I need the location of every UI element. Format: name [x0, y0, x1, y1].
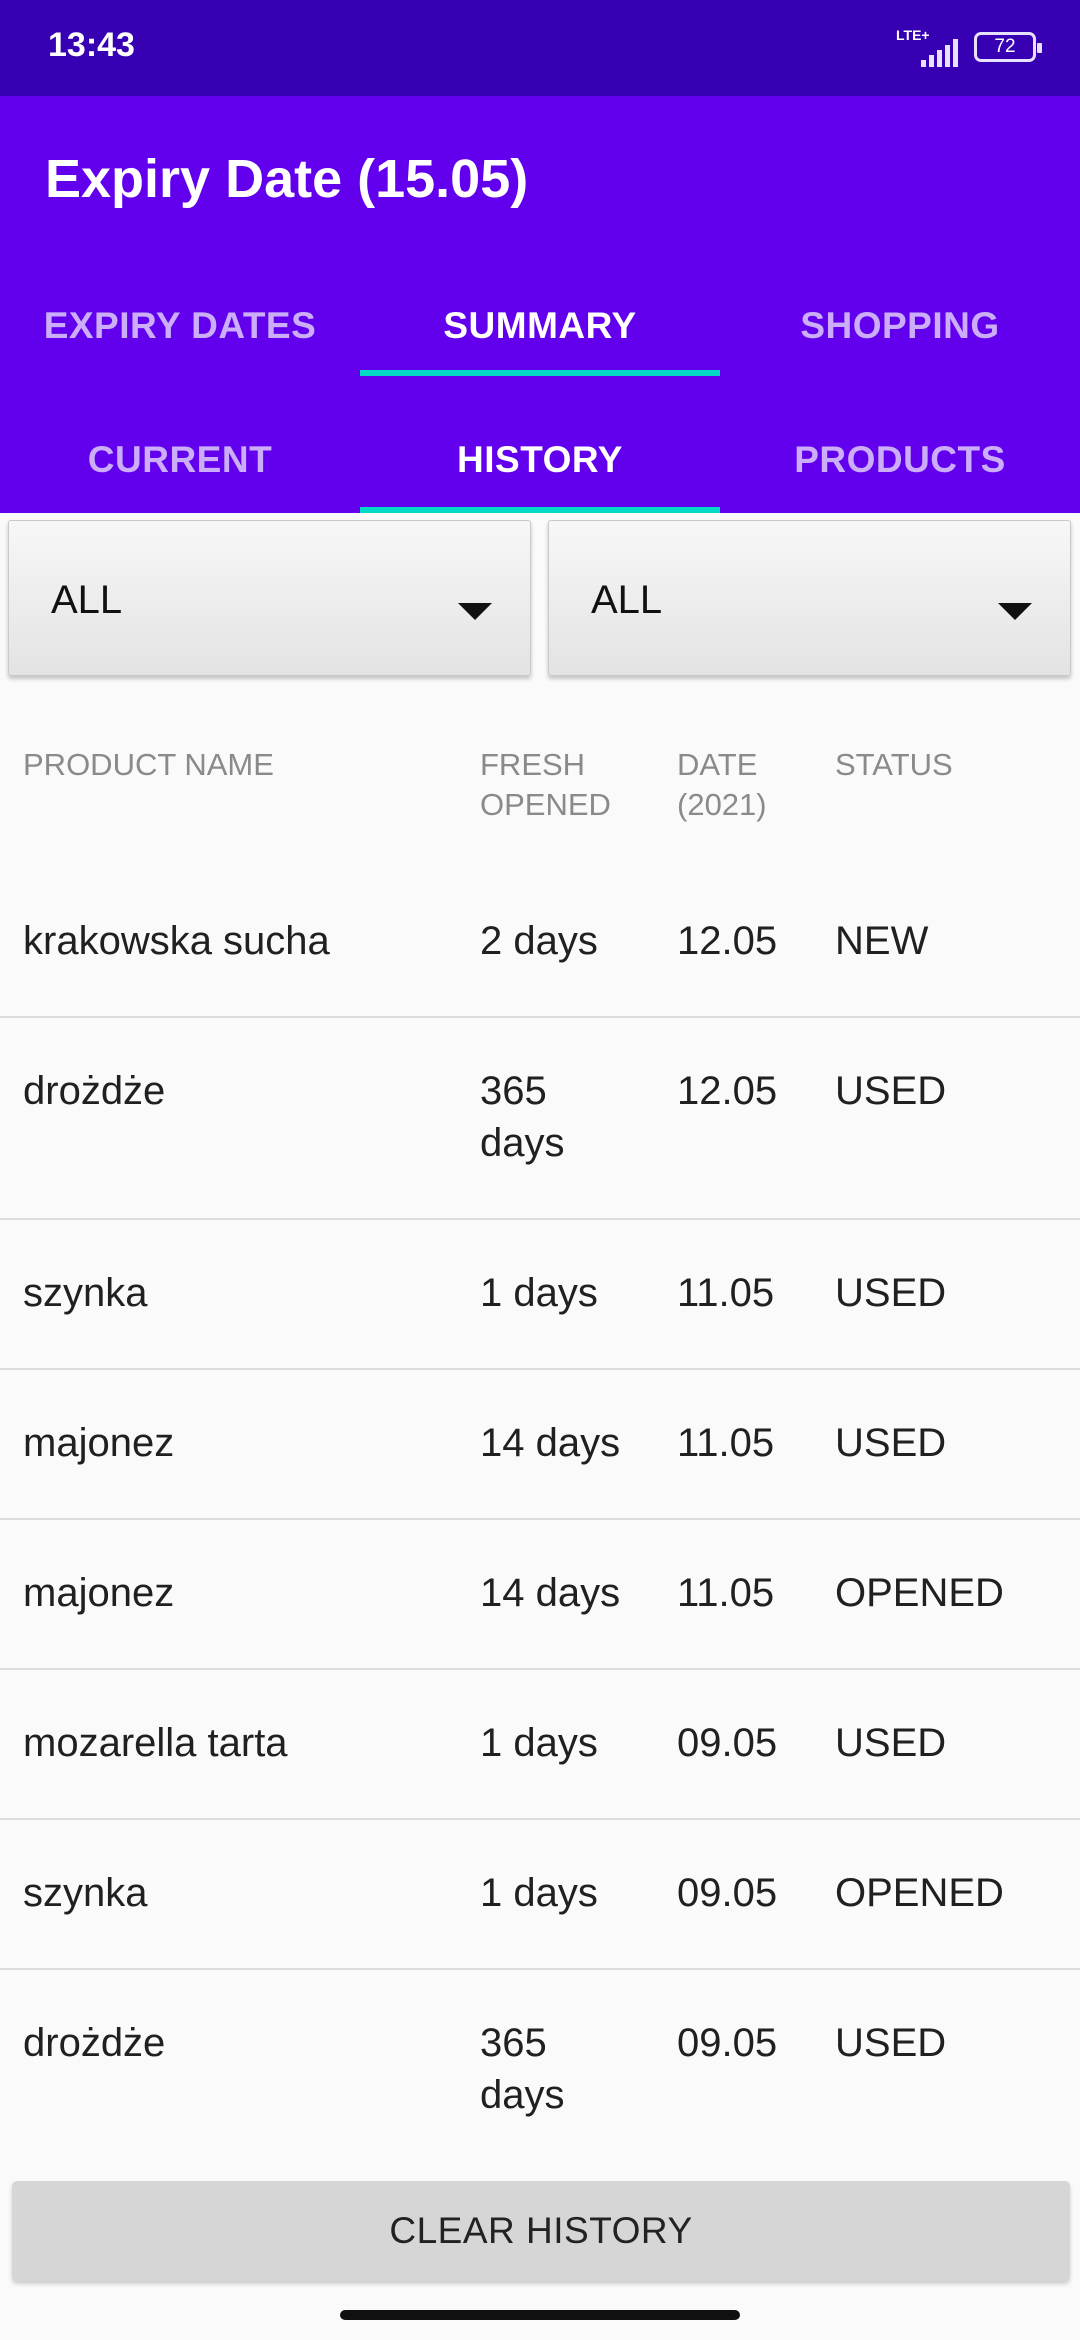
row-fresh-opened: 2 days — [480, 919, 598, 963]
row-fresh-opened: 1 days — [480, 1721, 598, 1765]
row-status: USED — [835, 1271, 947, 1315]
header-status: STATUS — [835, 747, 953, 782]
row-date: 12.05 — [677, 919, 778, 963]
filter-spinner-2-value: ALL — [591, 578, 663, 622]
row-fresh-opened: 365 days — [480, 2021, 565, 2117]
table-row[interactable]: majonez 14 days 11.05 USED — [0, 1370, 1080, 1520]
row-date: 11.05 — [677, 1271, 775, 1315]
subtab-history[interactable]: HISTORY — [360, 406, 720, 513]
summary-subtabs: CURRENT HISTORY PRODUCTS — [0, 406, 1080, 513]
app-title: Expiry Date (15.05) — [45, 149, 529, 209]
table-row[interactable]: mozarella tarta 1 days 09.05 USED — [0, 1670, 1080, 1820]
row-fresh-opened: 1 days — [480, 1871, 598, 1915]
table-header: PRODUCT NAME FRESH OPENED DATE (2021) ST… — [0, 745, 1080, 865]
row-date: 09.05 — [677, 1871, 778, 1915]
row-status: OPENED — [835, 1871, 1004, 1915]
row-product-name: drożdże — [23, 2021, 166, 2065]
history-list: krakowska sucha 2 days 12.05 NEW drożdże… — [0, 868, 1080, 2170]
subtab-products[interactable]: PRODUCTS — [720, 406, 1080, 513]
row-product-name: szynka — [23, 1871, 148, 1915]
dropdown-arrow-icon — [998, 603, 1032, 620]
app-bar: Expiry Date (15.05) EXPIRY DATES SUMMARY… — [0, 96, 1080, 513]
row-fresh-opened: 365 days — [480, 1069, 565, 1165]
row-product-name: szynka — [23, 1271, 148, 1315]
tab-summary[interactable]: SUMMARY — [360, 276, 720, 376]
row-product-name: majonez — [23, 1421, 175, 1465]
row-status: NEW — [835, 919, 929, 963]
table-row[interactable]: krakowska sucha 2 days 12.05 NEW — [0, 868, 1080, 1018]
row-date: 11.05 — [677, 1571, 775, 1615]
row-date: 11.05 — [677, 1421, 775, 1465]
row-fresh-opened: 14 days — [480, 1571, 621, 1615]
row-fresh-opened: 1 days — [480, 1271, 598, 1315]
row-product-name: krakowska sucha — [23, 919, 330, 963]
header-date: DATE (2021) — [677, 747, 767, 822]
header-fresh-opened: FRESH OPENED — [480, 747, 611, 822]
subtab-current[interactable]: CURRENT — [0, 406, 360, 513]
row-fresh-opened: 14 days — [480, 1421, 621, 1465]
row-date: 12.05 — [677, 1069, 778, 1113]
row-product-name: majonez — [23, 1571, 175, 1615]
cellular-signal-icon: LTE+ — [896, 27, 958, 67]
row-status: OPENED — [835, 1571, 1004, 1615]
row-status: USED — [835, 2021, 947, 2065]
battery-level: 72 — [994, 36, 1016, 57]
home-indicator[interactable] — [340, 2310, 740, 2320]
clear-history-button[interactable]: CLEAR HISTORY — [12, 2181, 1070, 2281]
tab-shopping[interactable]: SHOPPING — [720, 276, 1080, 376]
header-product-name: PRODUCT NAME — [23, 747, 274, 782]
table-row[interactable]: szynka 1 days 11.05 USED — [0, 1220, 1080, 1370]
table-row[interactable]: drożdże 365 days 12.05 USED — [0, 1018, 1080, 1220]
row-product-name: mozarella tarta — [23, 1721, 288, 1765]
table-row[interactable]: majonez 14 days 11.05 OPENED — [0, 1520, 1080, 1670]
status-indicators: LTE+ 72 — [896, 24, 1042, 70]
main-tabs: EXPIRY DATES SUMMARY SHOPPING — [0, 276, 1080, 376]
row-product-name: drożdże — [23, 1069, 166, 1113]
battery-icon: 72 — [974, 32, 1042, 62]
filter-bar: ALL ALL — [0, 513, 1080, 685]
row-date: 09.05 — [677, 1721, 778, 1765]
signal-bars-icon — [921, 39, 958, 67]
row-status: USED — [835, 1421, 947, 1465]
row-date: 09.05 — [677, 2021, 778, 2065]
row-status: USED — [835, 1069, 947, 1113]
filter-spinner-1[interactable]: ALL — [8, 520, 531, 676]
dropdown-arrow-icon — [458, 603, 492, 620]
row-status: USED — [835, 1721, 947, 1765]
status-time: 13:43 — [48, 26, 135, 64]
table-row[interactable]: szynka 1 days 09.05 OPENED — [0, 1820, 1080, 1970]
status-bar: 13:43 LTE+ 72 — [0, 0, 1080, 96]
table-row[interactable]: drożdże 365 days 09.05 USED — [0, 1970, 1080, 2170]
filter-spinner-1-value: ALL — [51, 578, 123, 622]
tab-expiry-dates[interactable]: EXPIRY DATES — [0, 276, 360, 376]
filter-spinner-2[interactable]: ALL — [548, 520, 1071, 676]
